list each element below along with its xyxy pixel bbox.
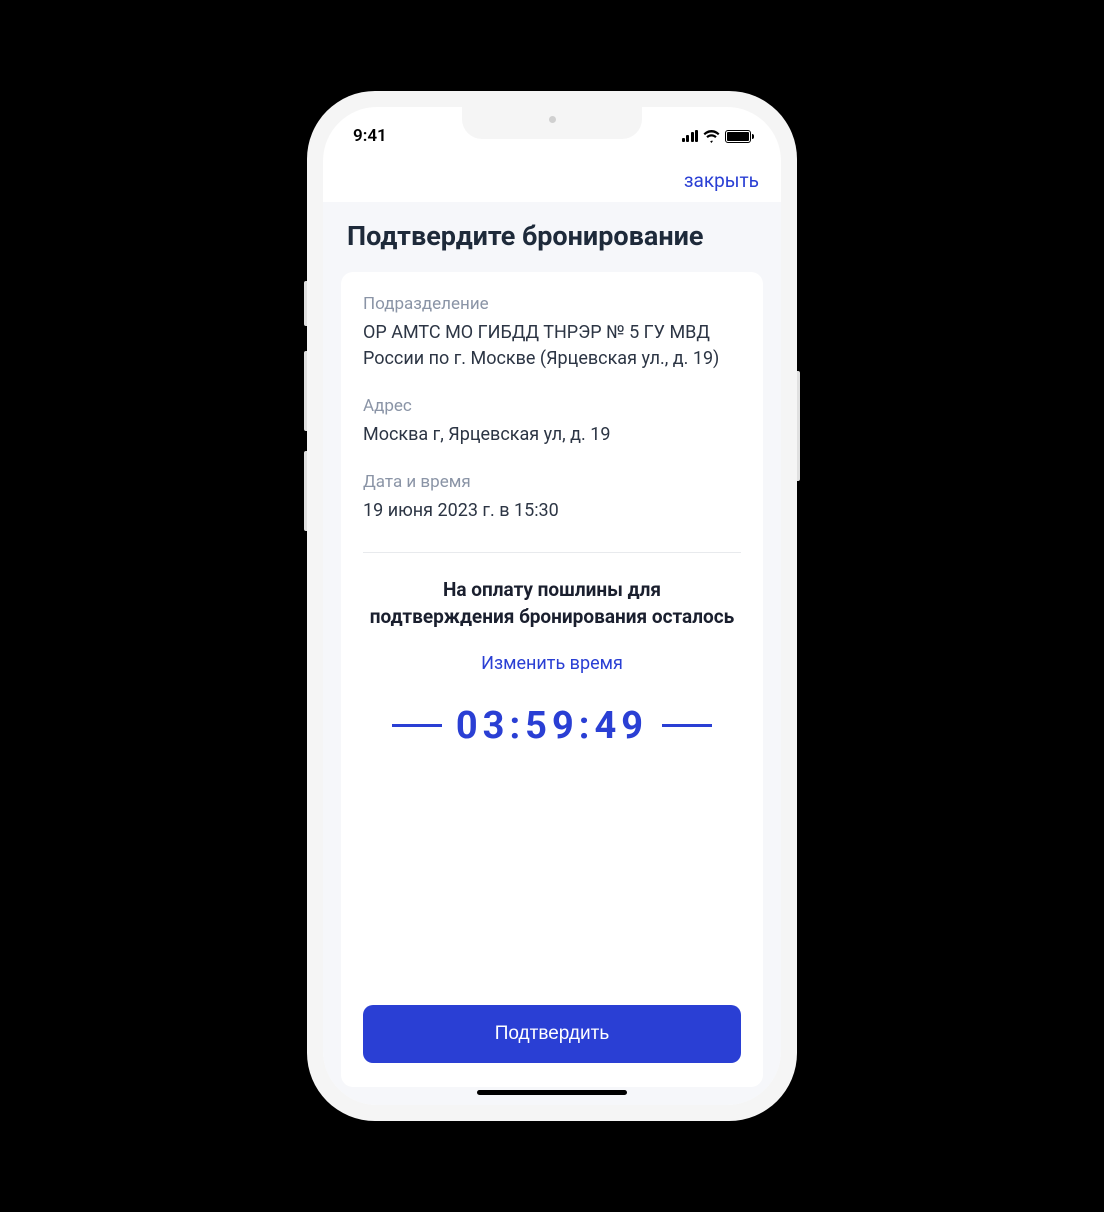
timer-line-right	[662, 724, 712, 727]
wifi-icon	[703, 130, 720, 143]
content-area: Подтвердите бронирование Подразделение О…	[323, 202, 781, 1105]
cellular-signal-icon	[682, 130, 699, 142]
booking-card: Подразделение ОР АМТС МО ГИБДД ТНРЭР № 5…	[341, 272, 763, 1087]
phone-frame: 9:41 закрыть Подтвердите бронирование	[307, 91, 797, 1121]
nav-bar: закрыть	[323, 157, 781, 202]
status-time: 9:41	[353, 126, 387, 146]
field-department-label: Подразделение	[363, 294, 741, 314]
field-address-value: Москва г, Ярцевская ул, д. 19	[363, 422, 741, 448]
countdown-message: На оплату пошлины для подтверждения брон…	[363, 577, 741, 630]
field-address-label: Адрес	[363, 396, 741, 416]
power-button-edge	[797, 371, 800, 481]
field-datetime: Дата и время 19 июня 2023 г. в 15:30	[363, 472, 741, 524]
page-title: Подтвердите бронирование	[341, 202, 763, 272]
timer-row: 03:59:49	[363, 704, 741, 748]
camera-dot	[549, 116, 556, 123]
field-department: Подразделение ОР АМТС МО ГИБДД ТНРЭР № 5…	[363, 294, 741, 372]
divider	[363, 552, 741, 553]
notch	[462, 107, 642, 139]
timer-value: 03:59:49	[456, 704, 648, 748]
home-indicator[interactable]	[477, 1090, 627, 1095]
field-department-value: ОР АМТС МО ГИБДД ТНРЭР № 5 ГУ МВД России…	[363, 320, 741, 372]
confirm-button[interactable]: Подтвердить	[363, 1005, 741, 1063]
field-datetime-label: Дата и время	[363, 472, 741, 492]
change-time-link[interactable]: Изменить время	[363, 653, 741, 674]
field-address: Адрес Москва г, Ярцевская ул, д. 19	[363, 396, 741, 448]
status-icons	[682, 130, 752, 143]
field-datetime-value: 19 июня 2023 г. в 15:30	[363, 498, 741, 524]
screen: 9:41 закрыть Подтвердите бронирование	[323, 107, 781, 1105]
close-button[interactable]: закрыть	[684, 169, 759, 192]
battery-icon	[725, 130, 751, 143]
timer-line-left	[392, 724, 442, 727]
